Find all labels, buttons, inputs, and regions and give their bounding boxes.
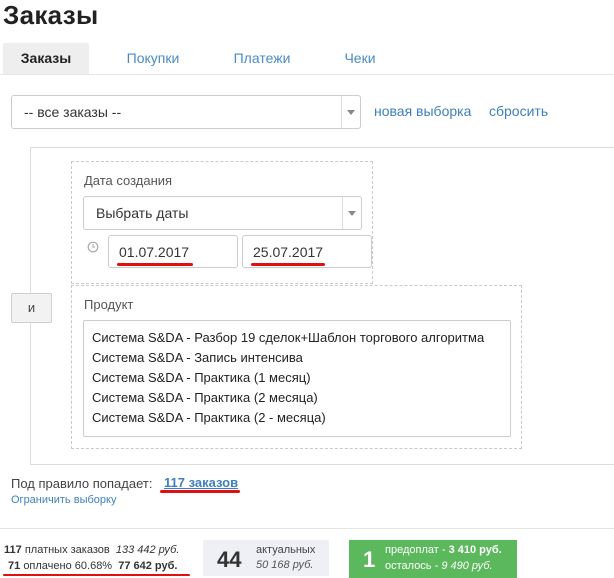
orders-filter-value: -- все заказы -- [24,104,122,120]
product-condition-label: Продукт [84,297,134,312]
paid-count: 71 [8,560,21,572]
chevron-down-icon [342,197,361,229]
paid-orders-label: платных заказов [24,544,110,556]
date-to-value: 25.07.2017 [253,244,324,260]
page-title: Заказы [3,0,99,30]
date-to-highlight [251,263,325,266]
date-from-value: 01.07.2017 [119,244,190,260]
rule-match-label: Под правило попадает: [11,476,153,491]
paid-stat: 71 оплачено 60.68% 77 642 руб. [8,560,177,572]
orders-filter-select[interactable]: -- все заказы -- [11,95,361,129]
actual-sum: 50 168 руб. [256,559,314,571]
prepay-label: предоплат - [385,544,446,556]
paid-orders-stat: 117 платных заказов 133 442 руб. [4,544,179,556]
list-item[interactable]: Система S&DA - Практика (2 месяца) [84,388,510,408]
actual-orders-box: 44 актуальных 50 168 руб. [203,540,329,576]
matched-orders-highlight [160,490,240,493]
clock-icon [87,241,99,253]
divider [0,528,614,529]
paid-label: оплачено 60.68% [23,560,113,572]
actual-label: актуальных [256,544,316,556]
prepay-count: 1 [363,547,376,572]
list-item[interactable]: Система S&DA - Практика (2 - месяца) [84,408,510,428]
matched-orders-link[interactable]: 117 заказов [164,475,238,490]
new-selection-link[interactable]: новая выборка [374,103,471,119]
product-listbox[interactable]: Система S&DA - Разбор 19 сделок+Шаблон т… [83,320,511,437]
date-range-select[interactable]: Выбрать даты [83,196,362,230]
prepayments-box: 1 предоплат - 3 410 руб. осталось - 9 49… [349,540,517,578]
list-item[interactable]: Система S&DA - Запись интенсива [84,348,510,368]
remaining-label: осталось - [385,560,439,572]
list-item[interactable]: Система S&DA - Разбор 19 сделок+Шаблон т… [84,328,510,348]
limit-selection-link[interactable]: Ограничить выборку [11,494,116,506]
tab-payments[interactable]: Платежи [220,43,304,74]
date-from-highlight [117,263,193,266]
prepay-line: предоплат - 3 410 руб. [385,544,502,556]
chevron-down-icon [341,96,360,128]
actual-count: 44 [217,547,242,572]
date-condition-label: Дата создания [84,173,173,188]
reset-link[interactable]: сбросить [489,103,548,119]
tab-bar: Заказы Покупки Платежи Чеки [0,43,614,75]
paid-stat-highlight [3,574,190,576]
paid-orders-sum: 133 442 руб. [115,544,180,556]
remaining-sum: 9 490 руб. [441,560,493,572]
prepay-sum: 3 410 руб. [448,544,502,556]
and-connector-button[interactable]: и [11,293,52,323]
paid-orders-count: 117 [4,544,22,556]
tab-orders[interactable]: Заказы [3,43,89,74]
paid-sum: 77 642 руб. [118,560,178,572]
date-range-value: Выбрать даты [96,205,189,221]
tab-purchases[interactable]: Покупки [112,43,194,74]
tab-receipts[interactable]: Чеки [330,43,390,74]
remaining-line: осталось - 9 490 руб. [385,560,493,572]
list-item[interactable]: Система S&DA - Практика (1 месяц) [84,368,510,388]
